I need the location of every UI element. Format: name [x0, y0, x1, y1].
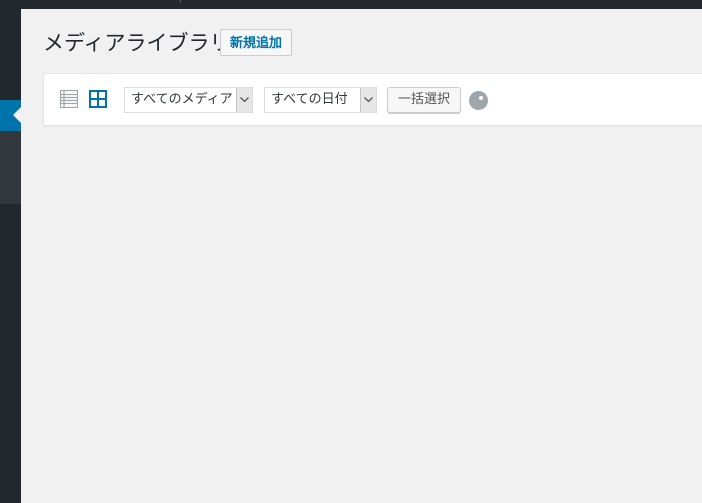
media-toolbar: すべてのメディア すべての日付 一括選択: [43, 73, 702, 126]
chevron-down-icon: [236, 88, 252, 112]
sidebar-submenu: [0, 131, 21, 204]
date-filter-value: すべての日付: [271, 92, 348, 107]
admin-bar: [0, 0, 702, 9]
chevron-down-icon: [360, 88, 376, 112]
date-filter[interactable]: すべての日付: [264, 87, 377, 113]
admin-bar-divider: [180, 0, 181, 3]
admin-sidebar: [0, 9, 21, 503]
add-new-button[interactable]: 新規追加: [220, 29, 292, 56]
main-content: メディアライブラリ 新規追加 すべてのメディア すべての日付 一括選択: [21, 9, 702, 503]
media-type-filter[interactable]: すべてのメディア: [124, 87, 253, 113]
list-view-icon[interactable]: [59, 89, 79, 109]
media-type-filter-value: すべてのメディア: [131, 92, 233, 107]
spinner-icon: [469, 91, 488, 110]
bulk-select-button[interactable]: 一括選択: [387, 87, 461, 113]
spinner-dot: [479, 96, 483, 100]
sidebar-current-indicator: [13, 107, 21, 123]
grid-view-icon[interactable]: [89, 90, 107, 108]
page-title: メディアライブラリ: [43, 31, 231, 55]
